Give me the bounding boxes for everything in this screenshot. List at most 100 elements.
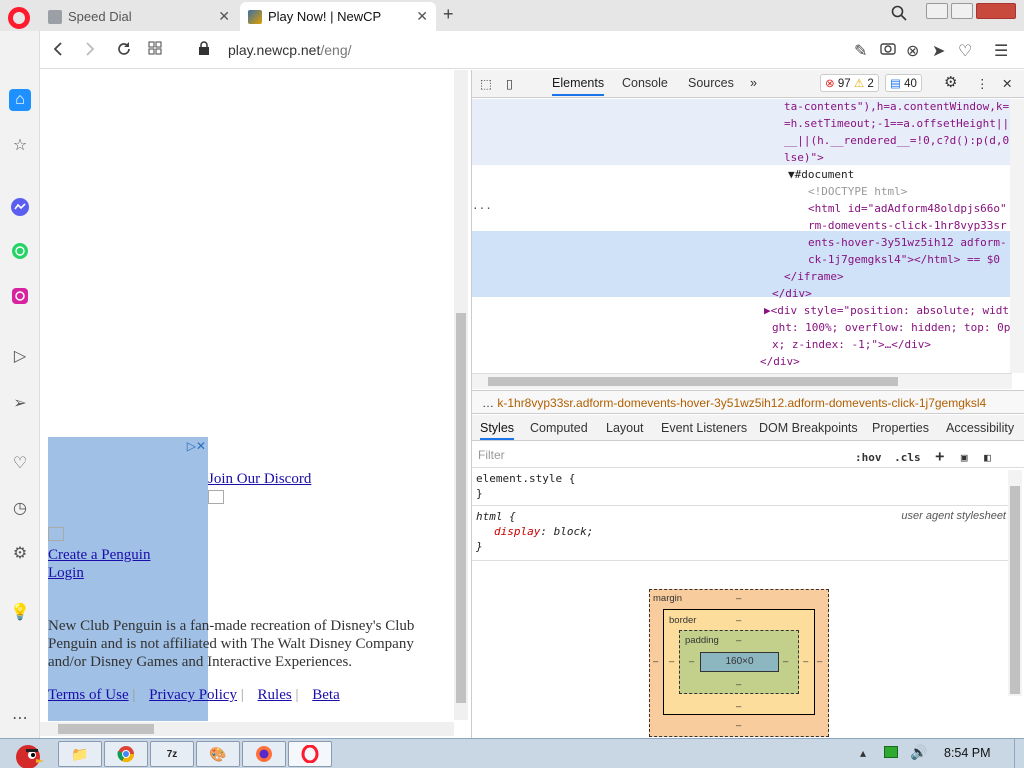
rule-declaration[interactable]: display: block; (476, 524, 1008, 539)
privacy-link[interactable]: Privacy Policy (149, 687, 237, 703)
subtab-dom-breakpoints[interactable]: DOM Breakpoints (759, 421, 858, 435)
whatsapp-icon[interactable] (9, 240, 31, 262)
rules-link[interactable]: Rules (258, 687, 292, 703)
toggle-sidebar-icon[interactable]: ◧ (984, 451, 991, 464)
send-icon[interactable]: ➤ (932, 41, 945, 61)
html-rule[interactable]: html { user agent stylesheet display: bl… (472, 506, 1012, 561)
tab-console[interactable]: Console (622, 76, 668, 90)
hov-toggle[interactable]: :hov (855, 451, 882, 464)
tab-sources[interactable]: Sources (688, 76, 734, 90)
taskbar-firefox-icon[interactable] (242, 741, 286, 767)
dom-vertical-scrollbar[interactable] (1010, 99, 1024, 373)
taskbar-paint-icon[interactable]: 🎨 (196, 741, 240, 767)
heart-bookmark-icon[interactable]: ♡ (958, 41, 972, 61)
tab-grid-icon[interactable] (148, 41, 162, 60)
clock[interactable]: 8:54 PM (944, 746, 991, 760)
dom-line[interactable]: ents-hover-3y51wz5ih12 adform- (808, 235, 1007, 252)
dom-line[interactable]: ck-1j7gemgksl4"></html> == $0 (808, 252, 1000, 269)
bookmarks-star-icon[interactable]: ☆ (9, 134, 31, 156)
taskbar-7zip-icon[interactable]: 7z (150, 741, 194, 767)
start-button-angry-bird-icon[interactable] (6, 739, 46, 768)
styles-filter-input[interactable]: Filter (478, 448, 505, 462)
subtab-computed[interactable]: Computed (530, 421, 588, 435)
issues-badge[interactable]: ⊗ 97 ⚠ 2 (820, 74, 879, 92)
dom-line[interactable]: =h.setTimeout;-1==a.offsetHeight|| (784, 116, 1009, 133)
tray-arrow-icon[interactable]: ▴ (860, 746, 866, 760)
new-rule-button[interactable]: + (935, 447, 944, 465)
close-window-button[interactable] (976, 3, 1016, 19)
taskbar-explorer-icon[interactable]: 📁 (58, 741, 102, 767)
more-sidebar-icon[interactable]: ⋯ (9, 707, 31, 729)
terms-link[interactable]: Terms of Use (48, 687, 129, 703)
join-discord-link[interactable]: Join Our Discord (208, 471, 311, 488)
lock-icon[interactable] (198, 41, 210, 55)
element-style-rule[interactable]: element.style { } (472, 468, 1012, 506)
volume-icon[interactable]: 🔊 (910, 744, 927, 761)
taskbar-opera-icon[interactable] (288, 741, 332, 767)
search-tabs-icon[interactable] (891, 5, 907, 26)
dom-row-dots[interactable]: ··· (472, 201, 492, 218)
dom-line[interactable]: </div> (772, 286, 812, 303)
close-devtools-icon[interactable]: ✕ (1002, 76, 1012, 91)
dom-horizontal-scrollbar[interactable] (472, 373, 1012, 389)
opera-logo-icon[interactable] (8, 7, 30, 29)
create-penguin-link[interactable]: Create a Penguin (48, 547, 150, 564)
show-desktop-button[interactable] (1014, 739, 1024, 768)
adblock-icon[interactable]: ⊗ (906, 41, 919, 61)
dom-line[interactable]: __||(h.__rendered__=!0,c?d():p(d,0 (784, 133, 1009, 150)
beta-link[interactable]: Beta (312, 687, 340, 703)
tab-speed-dial[interactable]: Speed Dial ✕ (40, 2, 238, 31)
home-icon[interactable]: ⌂ (9, 89, 31, 111)
inspect-element-icon[interactable]: ⬚ (480, 76, 492, 91)
box-model-content-size[interactable]: 160×0 (700, 652, 779, 672)
styles-vertical-scroll-thumb[interactable] (1010, 486, 1020, 694)
subtab-event-listeners[interactable]: Event Listeners (661, 421, 747, 435)
kebab-menu-icon[interactable]: ⋮ (976, 76, 989, 91)
adchoices-icon[interactable]: ▷✕ (187, 439, 206, 454)
subtab-styles[interactable]: Styles (480, 421, 515, 440)
dom-line[interactable]: ▶<div style="position: absolute; widt (764, 303, 1009, 320)
forward-icon[interactable] (84, 41, 96, 62)
dom-line[interactable]: rm-domevents-click-1hr8vyp33sr (808, 218, 1007, 235)
subtab-properties[interactable]: Properties (872, 421, 929, 435)
flow-send-icon[interactable]: ➢ (9, 392, 31, 414)
network-icon[interactable] (884, 746, 898, 758)
tips-lightbulb-icon[interactable]: 💡 (9, 601, 31, 623)
dom-line[interactable]: </iframe> (784, 269, 844, 286)
reload-icon[interactable] (116, 41, 132, 62)
cls-toggle[interactable]: .cls (894, 451, 921, 464)
subtab-accessibility[interactable]: Accessibility (946, 421, 1014, 435)
settings-gear-icon[interactable]: ⚙ (944, 73, 957, 91)
easy-setup-icon[interactable]: ☰ (994, 41, 1008, 61)
breadcrumb-more[interactable]: … (482, 396, 494, 410)
dom-line[interactable]: ▼#document (788, 167, 854, 184)
dom-hscroll-thumb[interactable] (488, 377, 898, 386)
back-icon[interactable] (52, 41, 64, 62)
dom-line[interactable]: ght: 100%; overflow: hidden; top: 0p (772, 320, 1010, 337)
page-horizontal-scroll-thumb[interactable] (58, 724, 154, 734)
url-field[interactable]: play.newcp.net/eng/ (228, 42, 352, 58)
history-clock-icon[interactable]: ◷ (9, 497, 31, 519)
player-icon[interactable]: ▷ (9, 345, 31, 367)
new-tab-button[interactable]: + (443, 4, 454, 25)
dom-line[interactable]: lse)"> (784, 150, 824, 167)
messenger-icon[interactable] (9, 196, 31, 218)
settings-gear-icon[interactable]: ⚙ (9, 542, 31, 564)
edit-icon[interactable]: ✎ (854, 41, 867, 61)
minimize-button[interactable] (926, 3, 948, 19)
dom-line[interactable]: x; z-index: -1;">…</div> (772, 337, 931, 354)
computed-styles-icon[interactable]: ▣ (961, 451, 968, 464)
more-tabs-icon[interactable]: » (750, 76, 757, 90)
dom-line[interactable]: </div> (760, 354, 800, 371)
close-tab-icon[interactable]: ✕ (218, 8, 230, 25)
close-tab-icon[interactable]: ✕ (416, 8, 428, 25)
page-vertical-scroll-thumb[interactable] (456, 313, 466, 703)
dom-line[interactable]: <!DOCTYPE html> (808, 184, 907, 201)
messages-badge[interactable]: ▤ 40 (885, 74, 922, 92)
device-toolbar-icon[interactable]: ▯ (506, 76, 513, 91)
maximize-button[interactable] (951, 3, 973, 19)
breadcrumb-path[interactable]: k-1hr8vyp33sr.adform-domevents-hover-3y5… (497, 396, 986, 410)
dom-line[interactable]: ta-contents"),h=a.contentWindow,k= (784, 99, 1009, 116)
taskbar-chrome-icon[interactable] (104, 741, 148, 767)
element-breadcrumb[interactable]: … k-1hr8vyp33sr.adform-domevents-hover-3… (472, 390, 1024, 414)
